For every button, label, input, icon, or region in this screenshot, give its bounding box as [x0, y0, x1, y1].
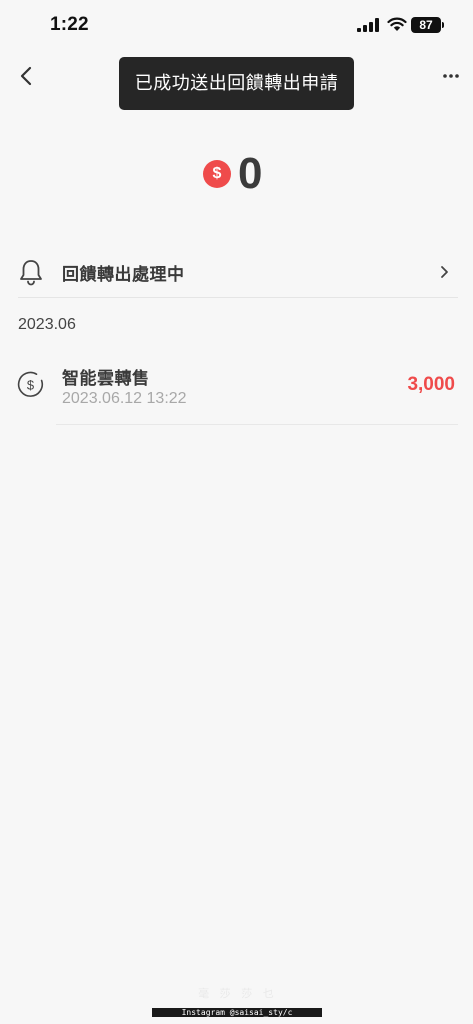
dollar-circle-icon: $ — [17, 371, 43, 397]
watermark: 毫 莎 莎 乜 Instagram @saisai_sty/c — [152, 985, 322, 1017]
battery-tip — [442, 22, 444, 28]
transaction-title: 智能雲轉售 — [62, 369, 150, 389]
more-options-button[interactable] — [436, 64, 466, 88]
transaction-date: 2023.06.12 13:22 — [62, 390, 187, 407]
chevron-right-icon — [441, 266, 448, 278]
pending-transfer-row[interactable]: 回饋轉出處理中 — [0, 246, 473, 298]
bell-icon — [20, 260, 42, 286]
status-time: 1:22 — [50, 14, 89, 35]
divider — [56, 424, 458, 425]
month-header: 2023.06 — [18, 316, 76, 333]
watermark-handle: Instagram @saisai_sty/c — [152, 1008, 322, 1017]
toast-message: 已成功送出回饋轉出申請 — [119, 57, 354, 110]
balance-value: 0 — [238, 149, 263, 198]
watermark-logo-text: 毫 莎 莎 乜 — [198, 987, 276, 1000]
dollar-coin-icon: $ — [203, 160, 231, 188]
transaction-amount: 3,000 — [407, 374, 455, 395]
battery-indicator: 87 — [411, 17, 441, 33]
chevron-left-icon — [20, 66, 32, 86]
wifi-icon — [387, 17, 407, 31]
back-button[interactable] — [12, 60, 42, 92]
svg-text:$: $ — [27, 377, 35, 392]
pending-transfer-label: 回饋轉出處理中 — [62, 265, 185, 285]
transaction-row[interactable]: $ 智能雲轉售 2023.06.12 13:22 3,000 — [0, 356, 473, 424]
status-bar: 1:22 87 — [0, 0, 473, 50]
balance-display: $ 0 — [0, 148, 473, 204]
divider — [18, 297, 458, 298]
more-horizontal-icon — [443, 74, 459, 78]
cellular-signal-icon — [357, 18, 379, 32]
